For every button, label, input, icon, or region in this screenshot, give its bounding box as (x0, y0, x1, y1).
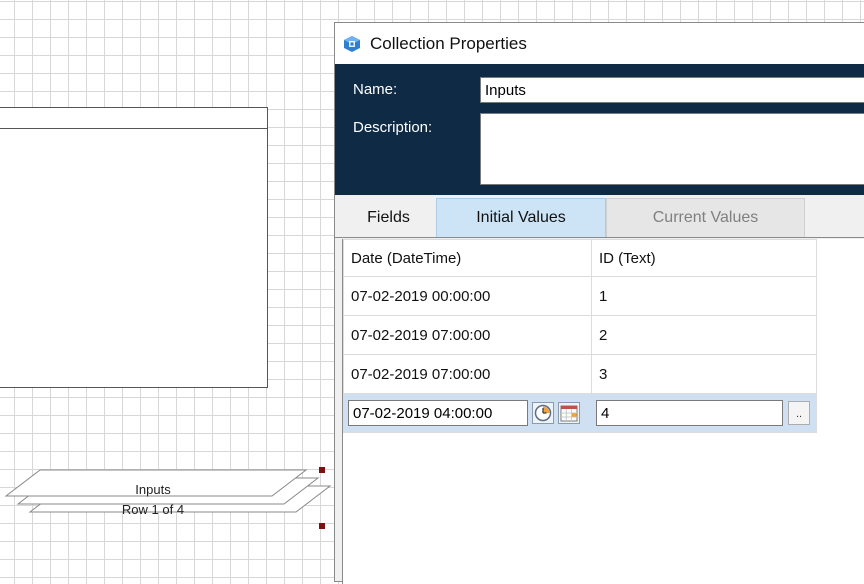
table-row[interactable]: 07-02-2019 00:00:00 1 (343, 276, 817, 316)
selection-handle[interactable] (319, 467, 325, 473)
id-cell[interactable]: 3 (591, 354, 817, 394)
column-header-date[interactable]: Date (DateTime) (343, 239, 592, 277)
date-edit-cell (343, 393, 592, 433)
id-edit-input[interactable] (596, 400, 783, 426)
collection-stage-label: Inputs Row 1 of 4 (108, 480, 198, 520)
tab-current-values[interactable]: Current Values (606, 198, 805, 237)
collection-stage-title: Inputs (135, 482, 171, 497)
table-row-editing[interactable]: .. (343, 393, 817, 433)
values-table: Date (DateTime) ID (Text) 07-02-2019 00:… (343, 239, 817, 433)
canvas-page-block-header (0, 108, 267, 129)
tab-divider (335, 237, 864, 238)
selection-handle[interactable] (319, 523, 325, 529)
description-label: Description: (353, 119, 433, 136)
collection-stage-subtitle: Row 1 of 4 (121, 502, 185, 517)
clock-icon[interactable] (532, 402, 554, 424)
id-edit-cell: .. (591, 393, 817, 433)
date-cell[interactable]: 07-02-2019 07:00:00 (343, 315, 592, 355)
name-label: Name: (353, 81, 398, 98)
dialog-titlebar[interactable]: Collection Properties (335, 23, 864, 64)
date-edit-input[interactable] (348, 400, 528, 426)
date-cell[interactable]: 07-02-2019 00:00:00 (343, 276, 592, 316)
date-cell[interactable]: 07-02-2019 07:00:00 (343, 354, 592, 394)
column-header-id[interactable]: ID (Text) (591, 239, 817, 277)
canvas-page-block[interactable] (0, 107, 268, 388)
properties-tabs: Fields Initial Values Current Values (335, 198, 864, 238)
description-input[interactable] (480, 113, 864, 185)
name-input[interactable] (480, 77, 864, 103)
tab-initial-values[interactable]: Initial Values (436, 198, 606, 237)
dialog-title: Collection Properties (370, 33, 527, 53)
tab-fields[interactable]: Fields (341, 198, 436, 237)
table-header-row: Date (DateTime) ID (Text) (343, 239, 817, 277)
initial-values-grid: Date (DateTime) ID (Text) 07-02-2019 00:… (342, 239, 864, 584)
properties-header-panel: Name: Description: (335, 64, 864, 195)
collection-app-icon (344, 35, 360, 52)
ellipsis-button[interactable]: .. (788, 401, 810, 425)
id-cell[interactable]: 2 (591, 315, 817, 355)
calendar-icon[interactable] (558, 402, 580, 424)
id-cell[interactable]: 1 (591, 276, 817, 316)
collection-properties-dialog: Collection Properties Name: Description:… (334, 22, 864, 584)
table-row[interactable]: 07-02-2019 07:00:00 2 (343, 315, 817, 355)
table-row[interactable]: 07-02-2019 07:00:00 3 (343, 354, 817, 394)
